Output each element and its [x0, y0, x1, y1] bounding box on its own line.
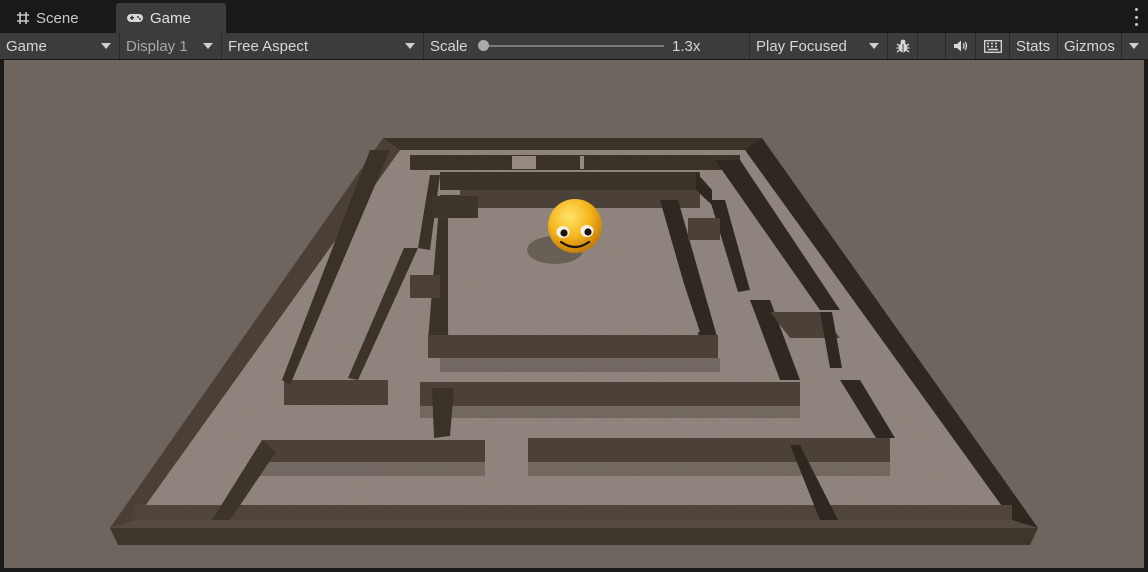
tab-game[interactable]: Game	[116, 3, 226, 33]
view-mode-dropdown[interactable]: Game	[0, 33, 120, 59]
grid-icon	[17, 12, 29, 24]
display-dropdown[interactable]: Display 1	[120, 33, 222, 59]
chevron-down-icon	[405, 43, 415, 49]
shortcuts-button[interactable]	[976, 33, 1010, 59]
gamepad-icon	[127, 14, 143, 22]
debug-button[interactable]	[888, 33, 918, 59]
keyboard-icon	[983, 39, 1002, 53]
window-bottom-border	[0, 568, 1148, 572]
mute-audio-button[interactable]	[946, 33, 976, 59]
display-label: Display 1	[126, 37, 188, 55]
play-mode-dropdown[interactable]: Play Focused	[750, 33, 888, 59]
toolbar-spacer	[918, 33, 946, 59]
scale-slider-handle[interactable]	[478, 40, 489, 51]
gizmos-button[interactable]: Gizmos	[1058, 33, 1122, 59]
game-viewport[interactable]	[4, 60, 1144, 568]
tab-game-label: Game	[150, 9, 191, 27]
smiley-ball	[548, 199, 602, 253]
scale-label: Scale	[430, 37, 468, 55]
stats-button[interactable]: Stats	[1010, 33, 1058, 59]
chevron-down-icon	[1129, 43, 1139, 49]
more-options-icon[interactable]	[1132, 8, 1140, 26]
scale-slider-track[interactable]	[484, 45, 664, 47]
gizmos-dropdown[interactable]	[1122, 33, 1148, 59]
gizmos-label: Gizmos	[1064, 37, 1115, 55]
chevron-down-icon	[203, 43, 213, 49]
scale-value: 1.3x	[672, 37, 701, 55]
view-mode-label: Game	[6, 37, 47, 55]
chevron-down-icon	[101, 43, 111, 49]
aspect-dropdown[interactable]: Free Aspect	[222, 33, 424, 59]
aspect-label: Free Aspect	[228, 37, 309, 55]
speaker-icon	[953, 40, 967, 52]
chevron-down-icon	[869, 43, 879, 49]
tab-bar: Scene Game	[0, 0, 1148, 33]
bug-icon	[896, 39, 909, 53]
tab-scene-label: Scene	[36, 9, 79, 27]
play-mode-label: Play Focused	[756, 37, 847, 55]
maze-scene	[110, 138, 1038, 545]
stats-label: Stats	[1016, 37, 1051, 55]
tab-scene[interactable]: Scene	[6, 3, 110, 33]
